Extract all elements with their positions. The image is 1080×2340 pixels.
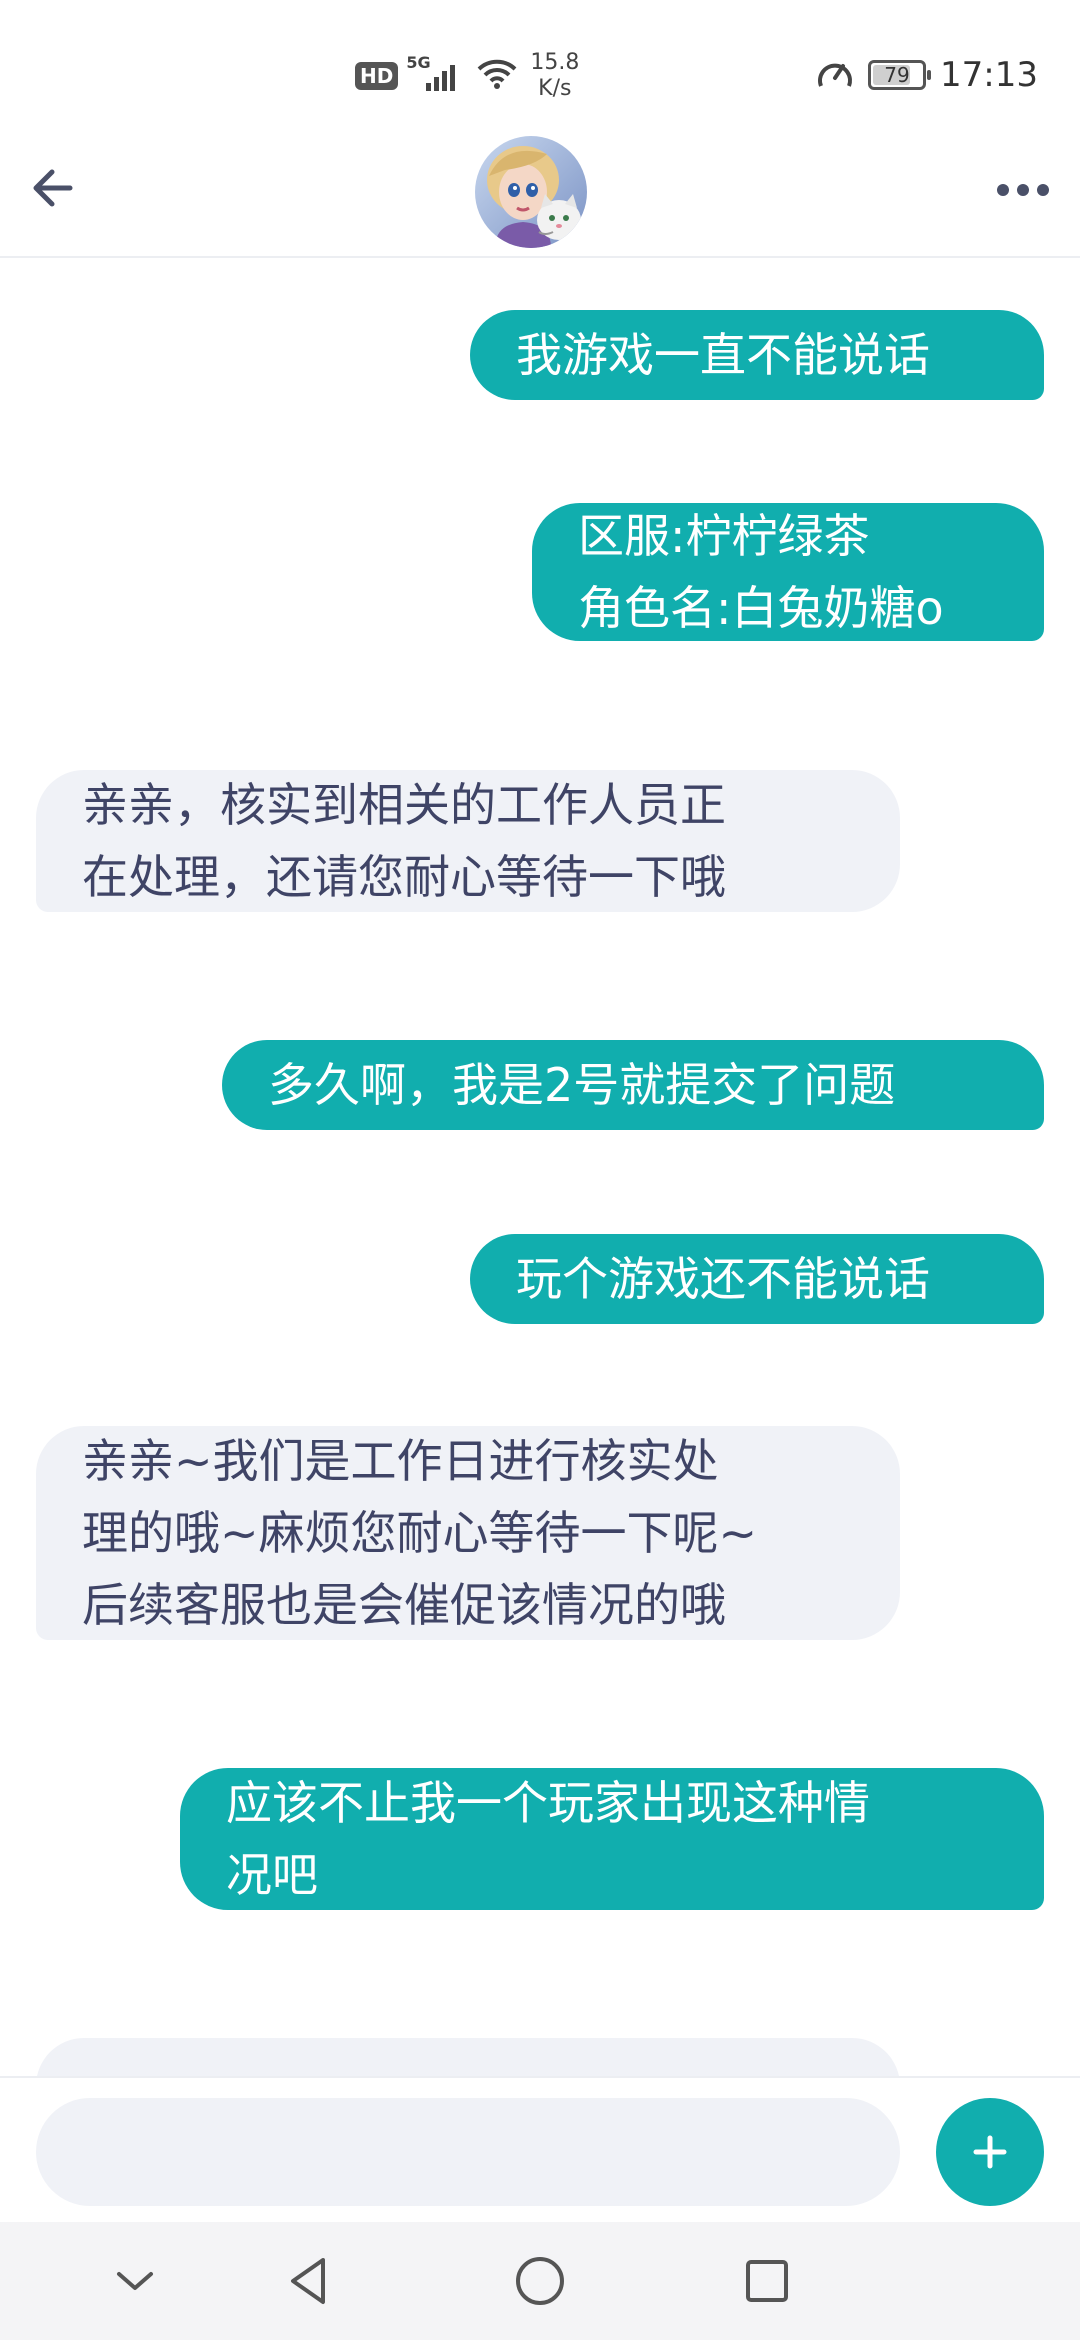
speed-value: 15.8 xyxy=(530,50,580,75)
back-button[interactable] xyxy=(22,158,82,218)
hide-keyboard-button[interactable] xyxy=(95,2246,175,2316)
signal-icon: 5G xyxy=(406,53,464,93)
network-speed: 15.8 K/s xyxy=(530,50,579,102)
chevron-down-icon xyxy=(117,2272,153,2290)
recents-square-icon xyxy=(746,2260,788,2302)
chat-header xyxy=(0,130,1080,258)
message-input[interactable] xyxy=(36,2098,900,2206)
hd-icon: HD xyxy=(355,62,399,90)
message-bubble-outgoing[interactable]: 我游戏一直不能说话 xyxy=(470,310,1044,400)
speed-unit: K/s xyxy=(538,76,572,101)
message-text: 我游戏一直不能说话 xyxy=(516,328,930,382)
nav-home-button[interactable] xyxy=(500,2246,580,2316)
message-bubble-outgoing[interactable]: 区服:柠柠绿茶 角色名:白兔奶糖o xyxy=(532,503,1044,641)
system-nav-bar xyxy=(0,2222,1080,2340)
composer-bar xyxy=(0,2076,1080,2224)
back-triangle-icon xyxy=(291,2258,325,2304)
clock: 17:13 xyxy=(940,55,1038,95)
message-bubble-incoming[interactable]: 亲亲，核实到相关的工作人员正 在处理，还请您耐心等待一下哦 xyxy=(36,770,900,912)
data-saver-icon xyxy=(816,56,854,94)
nav-recents-button[interactable] xyxy=(727,2246,807,2316)
arrow-left-icon xyxy=(33,169,73,207)
message-text: 多久啊，我是2号就提交了问题 xyxy=(268,1058,896,1112)
status-bar: HD 5G 15.8 K/s 79 17:13 xyxy=(0,0,1080,130)
wifi-icon xyxy=(476,58,518,94)
network-type-label: 5G xyxy=(406,53,431,72)
message-text: 区服:柠柠绿茶 角色名:白兔奶糖o xyxy=(578,509,944,635)
status-right: 79 17:13 xyxy=(816,55,1038,95)
more-button[interactable] xyxy=(988,160,1058,220)
message-list[interactable]: 我游戏一直不能说话 区服:柠柠绿茶 角色名:白兔奶糖o 亲亲，核实到相关的工作人… xyxy=(0,258,1080,2076)
message-bubble-outgoing[interactable]: 应该不止我一个玩家出现这种情 况吧 xyxy=(180,1768,1044,1910)
add-button[interactable] xyxy=(936,2098,1044,2206)
more-dots-icon xyxy=(997,184,1009,196)
home-circle-icon xyxy=(516,2257,564,2305)
message-text: 应该不止我一个玩家出现这种情 况吧 xyxy=(226,1776,870,1902)
nav-back-button[interactable] xyxy=(268,2246,348,2316)
message-bubble-incoming[interactable] xyxy=(36,2038,900,2076)
message-bubble-outgoing[interactable]: 玩个游戏还不能说话 xyxy=(470,1234,1044,1324)
message-bubble-outgoing[interactable]: 多久啊，我是2号就提交了问题 xyxy=(222,1040,1044,1130)
more-dots-icon xyxy=(1017,184,1029,196)
status-center: HD 5G 15.8 K/s xyxy=(355,50,579,102)
avatar[interactable] xyxy=(475,136,587,248)
message-bubble-incoming[interactable]: 亲亲~我们是工作日进行核实处 理的哦~麻烦您耐心等待一下呢~ 后续客服也是会催促… xyxy=(36,1426,900,1640)
plus-icon xyxy=(973,2135,1007,2169)
more-dots-icon xyxy=(1037,184,1049,196)
battery-level: 79 xyxy=(884,63,910,87)
message-text: 亲亲，核实到相关的工作人员正 在处理，还请您耐心等待一下哦 xyxy=(82,778,726,904)
message-text: 亲亲~我们是工作日进行核实处 理的哦~麻烦您耐心等待一下呢~ 后续客服也是会催促… xyxy=(82,1434,758,1632)
battery-icon: 79 xyxy=(868,60,932,90)
message-text: 玩个游戏还不能说话 xyxy=(516,1252,930,1306)
